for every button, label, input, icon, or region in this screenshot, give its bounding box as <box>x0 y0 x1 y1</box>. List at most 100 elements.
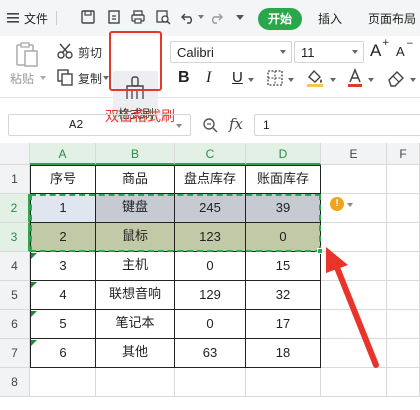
redo-icon[interactable] <box>208 9 224 25</box>
table-cell[interactable]: 0 <box>175 252 246 281</box>
empty-cell[interactable] <box>246 368 321 397</box>
file-menu[interactable]: 文件 <box>24 10 48 27</box>
fill-color-icon[interactable] <box>305 68 325 88</box>
font-size-value: 11 <box>301 45 315 60</box>
row-header-6[interactable]: 6 <box>0 310 30 339</box>
undo-dropdown-icon[interactable] <box>198 15 204 19</box>
table-cell[interactable]: 3 <box>30 252 96 281</box>
font-color-icon[interactable] <box>346 68 364 88</box>
formula-input[interactable]: 1 <box>254 114 420 136</box>
table-cell[interactable]: 1 <box>30 194 96 223</box>
tab-page-layout[interactable]: 页面布局 <box>368 10 416 27</box>
column-header-c[interactable]: C <box>175 143 246 165</box>
table-cell[interactable]: 键盘 <box>96 194 175 223</box>
header-cell[interactable]: 商品 <box>96 165 175 194</box>
empty-cell[interactable] <box>387 281 420 310</box>
row-header-5[interactable]: 5 <box>0 281 30 310</box>
table-cell[interactable]: 6 <box>30 339 96 368</box>
font-name-select[interactable]: Calibri <box>170 41 292 63</box>
table-cell[interactable]: 4 <box>30 281 96 310</box>
zoom-icon[interactable] <box>202 117 218 133</box>
fx-icon[interactable]: fx <box>229 115 243 133</box>
empty-cell[interactable] <box>387 194 420 223</box>
warning-dropdown-icon[interactable] <box>347 203 353 207</box>
fill-dropdown-icon[interactable] <box>330 78 336 82</box>
row-header-7[interactable]: 7 <box>0 339 30 368</box>
column-header-b[interactable]: B <box>96 143 175 165</box>
empty-cell[interactable] <box>387 223 420 252</box>
column-header-a[interactable]: A <box>30 143 96 165</box>
header-cell[interactable]: 序号 <box>30 165 96 194</box>
column-header-e[interactable]: E <box>321 143 387 165</box>
italic-button[interactable]: I <box>206 69 211 87</box>
table-cell[interactable]: 主机 <box>96 252 175 281</box>
table-cell[interactable]: 其他 <box>96 339 175 368</box>
table-cell[interactable]: 笔记本 <box>96 310 175 339</box>
row-header-4[interactable]: 4 <box>0 252 30 281</box>
empty-cell[interactable] <box>30 368 96 397</box>
decrease-font-button[interactable]: A <box>396 44 405 59</box>
table-cell[interactable]: 联想音响 <box>96 281 175 310</box>
empty-cell[interactable] <box>387 165 420 194</box>
column-header-f[interactable]: F <box>387 143 420 165</box>
eraser-dropdown-icon[interactable] <box>410 78 416 82</box>
empty-cell[interactable] <box>96 368 175 397</box>
select-all-corner[interactable] <box>0 143 30 165</box>
table-cell[interactable]: 0 <box>246 223 321 252</box>
empty-cell[interactable] <box>387 310 420 339</box>
menu-icon[interactable] <box>6 9 20 25</box>
empty-cell[interactable] <box>321 165 387 194</box>
empty-cell[interactable] <box>387 368 420 397</box>
column-header-d[interactable]: D <box>246 143 321 165</box>
table-cell[interactable]: 17 <box>246 310 321 339</box>
table-cell[interactable]: 0 <box>175 310 246 339</box>
warning-icon[interactable]: ! <box>330 197 344 211</box>
row-header-3[interactable]: 3 <box>0 223 30 252</box>
table-cell[interactable]: 123 <box>175 223 246 252</box>
empty-cell[interactable] <box>175 368 246 397</box>
undo-icon[interactable] <box>180 9 196 25</box>
export-pdf-icon[interactable] <box>106 9 122 25</box>
border-icon[interactable] <box>266 69 284 87</box>
increase-font-button[interactable]: A <box>370 41 381 61</box>
row-header-8[interactable]: 8 <box>0 368 30 397</box>
eraser-icon[interactable] <box>386 69 406 87</box>
copy-icon[interactable] <box>56 68 74 86</box>
scissors-icon[interactable] <box>56 42 74 60</box>
row-header-1[interactable]: 1 <box>0 165 30 194</box>
header-cell[interactable]: 盘点库存 <box>175 165 246 194</box>
tab-insert[interactable]: 插入 <box>318 10 342 27</box>
table-cell[interactable]: 18 <box>246 339 321 368</box>
paste-label[interactable]: 粘贴 <box>10 70 34 87</box>
border-dropdown-icon[interactable] <box>288 78 294 82</box>
table-cell[interactable]: 63 <box>175 339 246 368</box>
table-cell[interactable]: 39 <box>246 194 321 223</box>
table-cell[interactable]: 鼠标 <box>96 223 175 252</box>
row-header-2[interactable]: 2 <box>0 194 30 223</box>
table-cell[interactable]: 15 <box>246 252 321 281</box>
save-icon[interactable] <box>80 9 96 25</box>
paste-icon[interactable] <box>14 42 40 68</box>
table-cell[interactable]: 245 <box>175 194 246 223</box>
header-cell[interactable]: 账面库存 <box>246 165 321 194</box>
table-cell[interactable]: 5 <box>30 310 96 339</box>
font-color-dropdown-icon[interactable] <box>368 78 374 82</box>
print-preview-icon[interactable] <box>155 9 171 25</box>
table-cell[interactable]: 129 <box>175 281 246 310</box>
cut-button[interactable]: 剪切 <box>78 44 102 61</box>
bold-button[interactable]: B <box>178 69 190 87</box>
print-icon[interactable] <box>130 9 146 25</box>
name-box[interactable]: A2 <box>8 114 191 136</box>
underline-button[interactable]: U <box>232 69 243 86</box>
paste-dropdown-icon[interactable] <box>40 76 46 80</box>
empty-cell[interactable] <box>387 252 420 281</box>
tab-home[interactable]: 开始 <box>258 8 302 30</box>
underline-dropdown-icon[interactable] <box>248 78 254 82</box>
table-cell[interactable]: 32 <box>246 281 321 310</box>
number-as-text-indicator <box>31 253 37 259</box>
copy-button[interactable]: 复制 <box>78 70 102 87</box>
table-cell[interactable]: 2 <box>30 223 96 252</box>
font-size-select[interactable]: 11 <box>294 41 364 63</box>
more-icon[interactable] <box>236 15 244 20</box>
empty-cell[interactable] <box>387 339 420 368</box>
